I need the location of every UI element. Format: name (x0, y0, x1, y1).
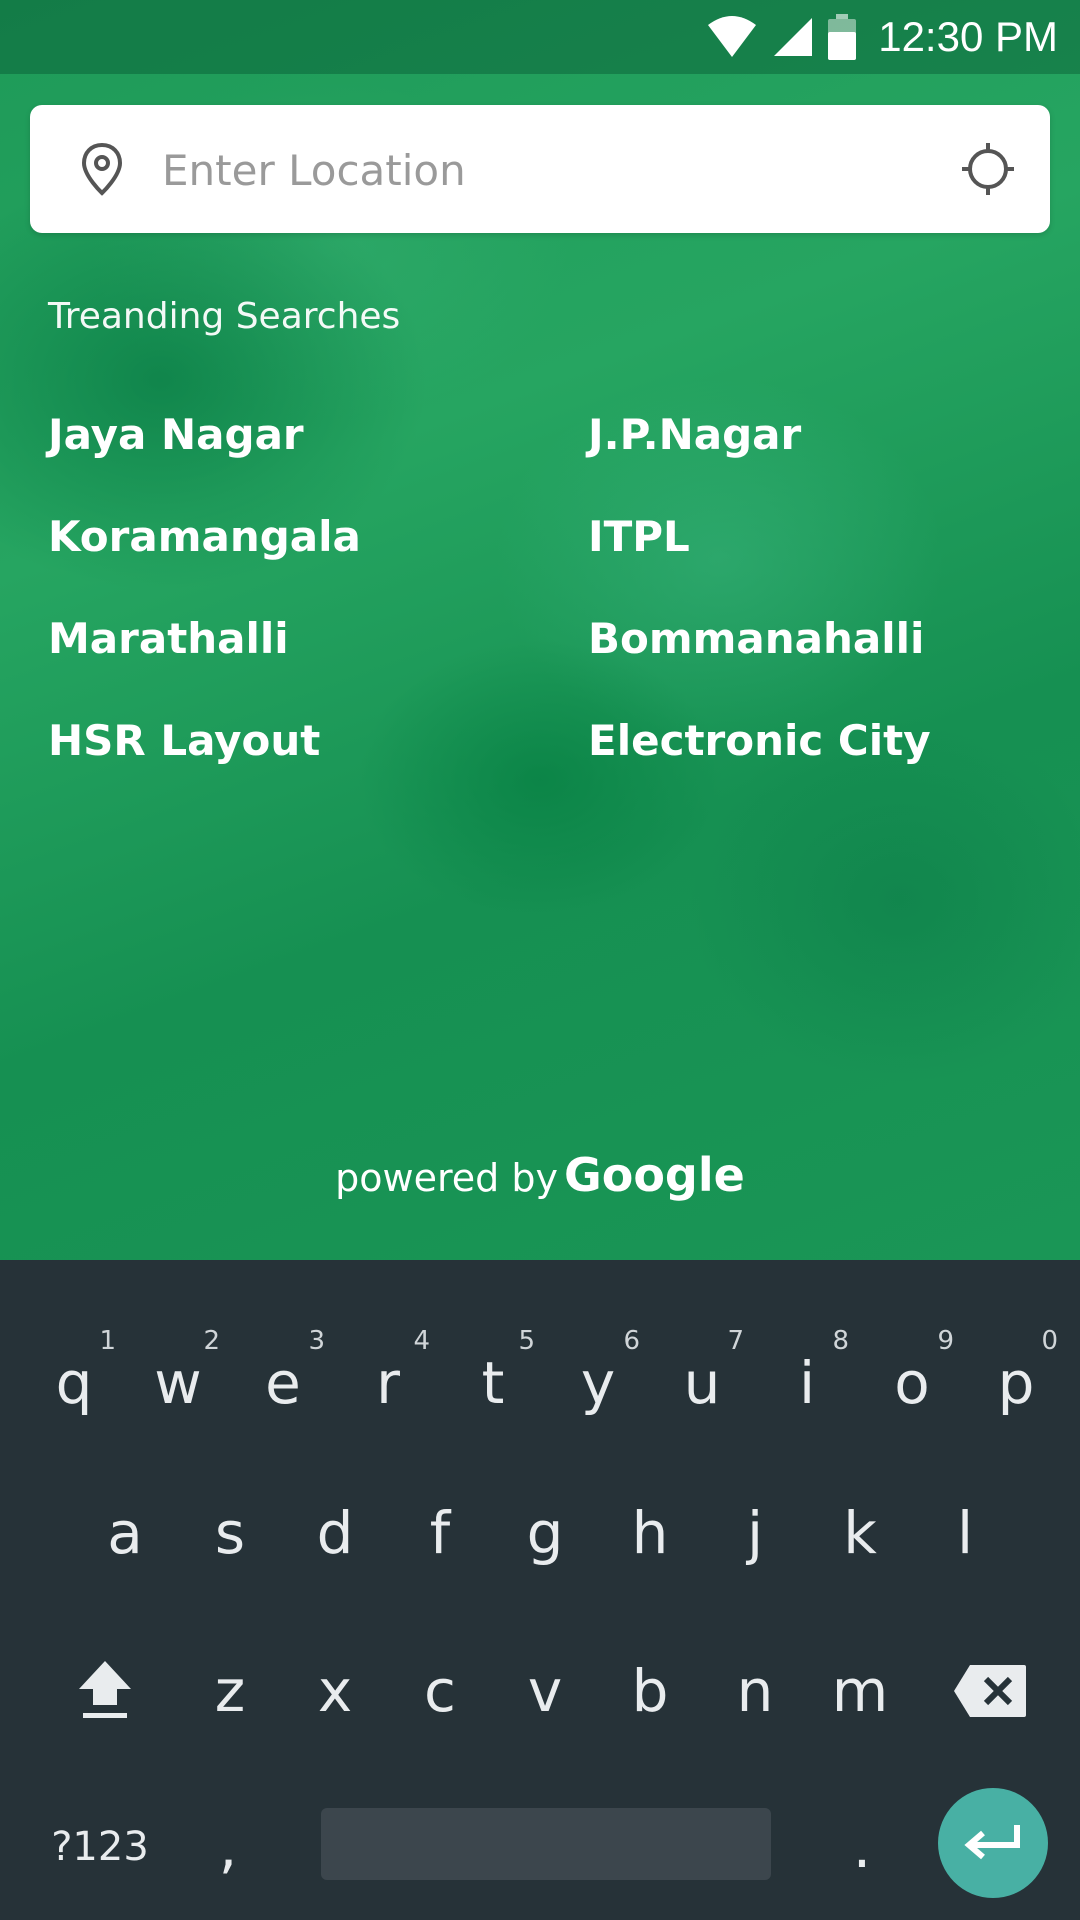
key-hint: 2 (203, 1326, 220, 1356)
trending-item-electronic-city[interactable]: Electronic City (588, 716, 931, 765)
key-hint: 9 (937, 1326, 954, 1356)
trending-item-jp-nagar[interactable]: J.P.Nagar (588, 410, 801, 459)
key-c[interactable]: c (390, 1636, 490, 1746)
shift-icon (79, 1661, 131, 1718)
key-m[interactable]: m (810, 1636, 910, 1746)
key-hint: 4 (413, 1326, 430, 1356)
trending-item-hsr-layout[interactable]: HSR Layout (48, 716, 320, 765)
wifi-icon (708, 16, 757, 57)
key-hint: 7 (727, 1326, 744, 1356)
key-u[interactable]: u7 (652, 1326, 752, 1438)
key-label: n (736, 1657, 774, 1725)
battery-icon (828, 14, 857, 60)
enter-icon (964, 1825, 1020, 1860)
key-hint: 6 (623, 1326, 640, 1356)
location-search-bar[interactable] (30, 105, 1050, 233)
key-b[interactable]: b (600, 1636, 700, 1746)
key-label: y (580, 1349, 616, 1417)
current-location-icon[interactable] (958, 139, 1018, 199)
trending-item-bommanahalli[interactable]: Bommanahalli (588, 614, 924, 663)
key-label: i (798, 1349, 816, 1417)
comma-key[interactable]: , (178, 1792, 278, 1902)
key-label: . (852, 1813, 872, 1881)
key-o[interactable]: o9 (862, 1326, 962, 1438)
key-label: t (481, 1349, 505, 1417)
key-l[interactable]: l (915, 1478, 1015, 1588)
key-d[interactable]: d (285, 1478, 385, 1588)
symbols-key[interactable]: ?123 (40, 1792, 160, 1902)
enter-key[interactable] (938, 1788, 1048, 1898)
key-s[interactable]: s (180, 1478, 280, 1588)
space-key[interactable] (321, 1808, 771, 1880)
key-label: o (894, 1349, 930, 1417)
key-label: v (527, 1657, 563, 1725)
key-hint: 8 (832, 1326, 849, 1356)
key-r[interactable]: r4 (338, 1326, 438, 1438)
location-search-input[interactable] (160, 129, 944, 211)
backspace-icon (954, 1665, 1026, 1717)
key-label: p (997, 1349, 1035, 1417)
key-label: e (265, 1349, 301, 1417)
key-hint: 1 (99, 1326, 116, 1356)
key-j[interactable]: j (705, 1478, 805, 1588)
google-logo: Google (563, 1148, 745, 1202)
key-label: q (55, 1349, 93, 1417)
key-label: b (631, 1657, 669, 1725)
key-label: m (831, 1657, 889, 1725)
key-t[interactable]: t5 (443, 1326, 543, 1438)
key-k[interactable]: k (810, 1478, 910, 1588)
key-v[interactable]: v (495, 1636, 595, 1746)
key-label: d (316, 1499, 354, 1567)
key-w[interactable]: w2 (128, 1326, 228, 1438)
key-label: f (429, 1499, 451, 1567)
key-hint: 3 (308, 1326, 325, 1356)
key-hint: 5 (518, 1326, 535, 1356)
trending-item-itpl[interactable]: ITPL (588, 512, 690, 561)
key-label: w (154, 1349, 202, 1417)
key-label: , (218, 1813, 238, 1881)
key-y[interactable]: y6 (548, 1326, 648, 1438)
key-a[interactable]: a (75, 1478, 175, 1588)
key-label: k (843, 1499, 877, 1567)
key-label: c (424, 1657, 456, 1725)
key-i[interactable]: i8 (757, 1326, 857, 1438)
key-label: l (956, 1499, 974, 1567)
key-f[interactable]: f (390, 1478, 490, 1588)
period-key[interactable]: . (812, 1792, 912, 1902)
key-p[interactable]: p0 (966, 1326, 1066, 1438)
key-z[interactable]: z (180, 1636, 280, 1746)
location-pin-icon (81, 142, 123, 196)
status-time: 12:30 PM (878, 13, 1058, 60)
powered-by-label: powered by (335, 1156, 558, 1200)
key-e[interactable]: e3 (233, 1326, 333, 1438)
trending-item-marathalli[interactable]: Marathalli (48, 614, 289, 663)
powered-by-google: powered by Google (0, 1148, 1080, 1202)
key-label: r (376, 1349, 400, 1417)
key-label: a (107, 1499, 143, 1567)
key-label: x (317, 1657, 353, 1725)
key-label: ?123 (51, 1824, 149, 1870)
key-g[interactable]: g (495, 1478, 595, 1588)
key-hint: 0 (1041, 1326, 1058, 1356)
key-label: z (214, 1657, 246, 1725)
status-bar: 12:30 PM (0, 0, 1080, 74)
trending-searches-title: Treanding Searches (48, 296, 401, 337)
shift-key[interactable] (55, 1636, 155, 1746)
backspace-key[interactable] (940, 1636, 1040, 1746)
key-label: g (526, 1499, 564, 1567)
cell-signal-icon (774, 18, 813, 56)
trending-item-jaya-nagar[interactable]: Jaya Nagar (48, 410, 304, 459)
key-label: h (631, 1499, 669, 1567)
key-label: s (214, 1499, 246, 1567)
key-label: u (683, 1349, 721, 1417)
key-x[interactable]: x (285, 1636, 385, 1746)
key-q[interactable]: q1 (24, 1326, 124, 1438)
key-h[interactable]: h (600, 1478, 700, 1588)
key-n[interactable]: n (705, 1636, 805, 1746)
trending-item-koramangala[interactable]: Koramangala (48, 512, 361, 561)
key-label: j (746, 1499, 764, 1567)
